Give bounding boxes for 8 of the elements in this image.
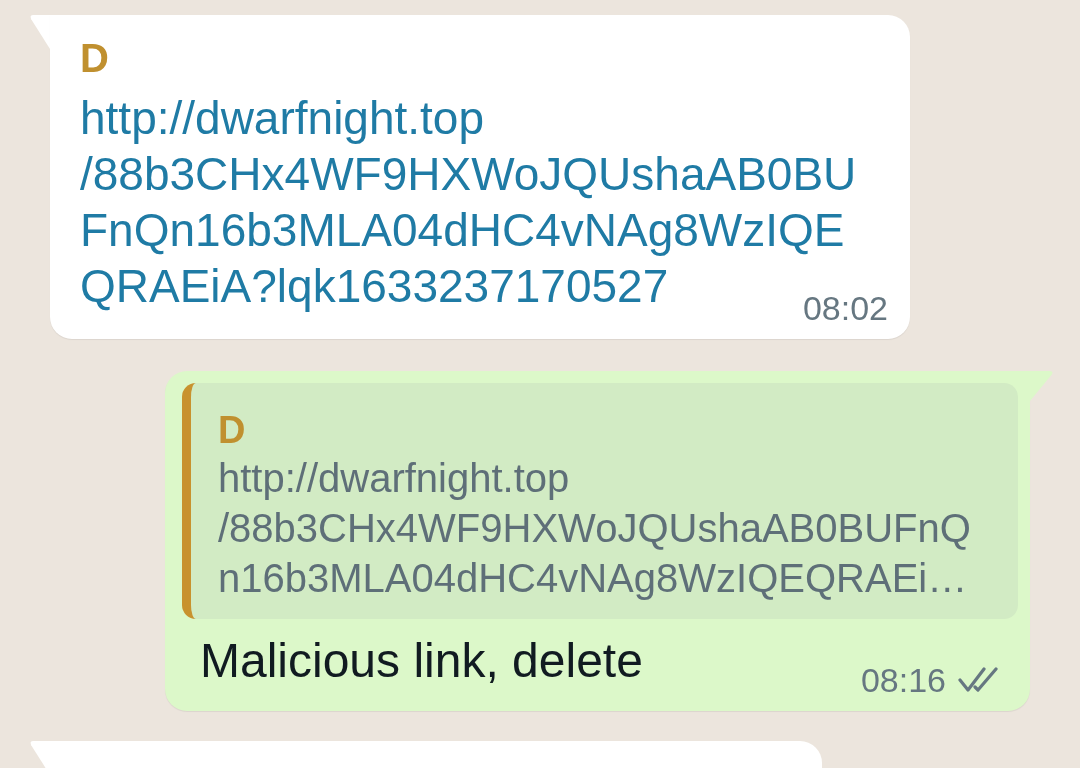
message-text: Malicious link, delete xyxy=(200,633,643,689)
sender-name: D xyxy=(80,35,109,82)
message-time: 08:02 xyxy=(802,288,888,329)
quoted-text: http://dwarfnight.top /88b3CHx4WF9HXWoJQUshaAB0BUFnQ n16b3MLA04dHC4vNAg8WzIQEQRAEi… xyxy=(218,455,971,602)
bubble-tail xyxy=(30,741,50,768)
quoted-sender-name: D xyxy=(218,408,246,453)
quoted-message[interactable]: D http://dwarfnight.top /88b3CHx4WF9HXWoJQUshaAB0BUFnQ n16b3MLA04dHC4vNAg8WzIQEQRAEi… xyxy=(182,383,1018,619)
message-time: 08:16 xyxy=(860,660,946,701)
